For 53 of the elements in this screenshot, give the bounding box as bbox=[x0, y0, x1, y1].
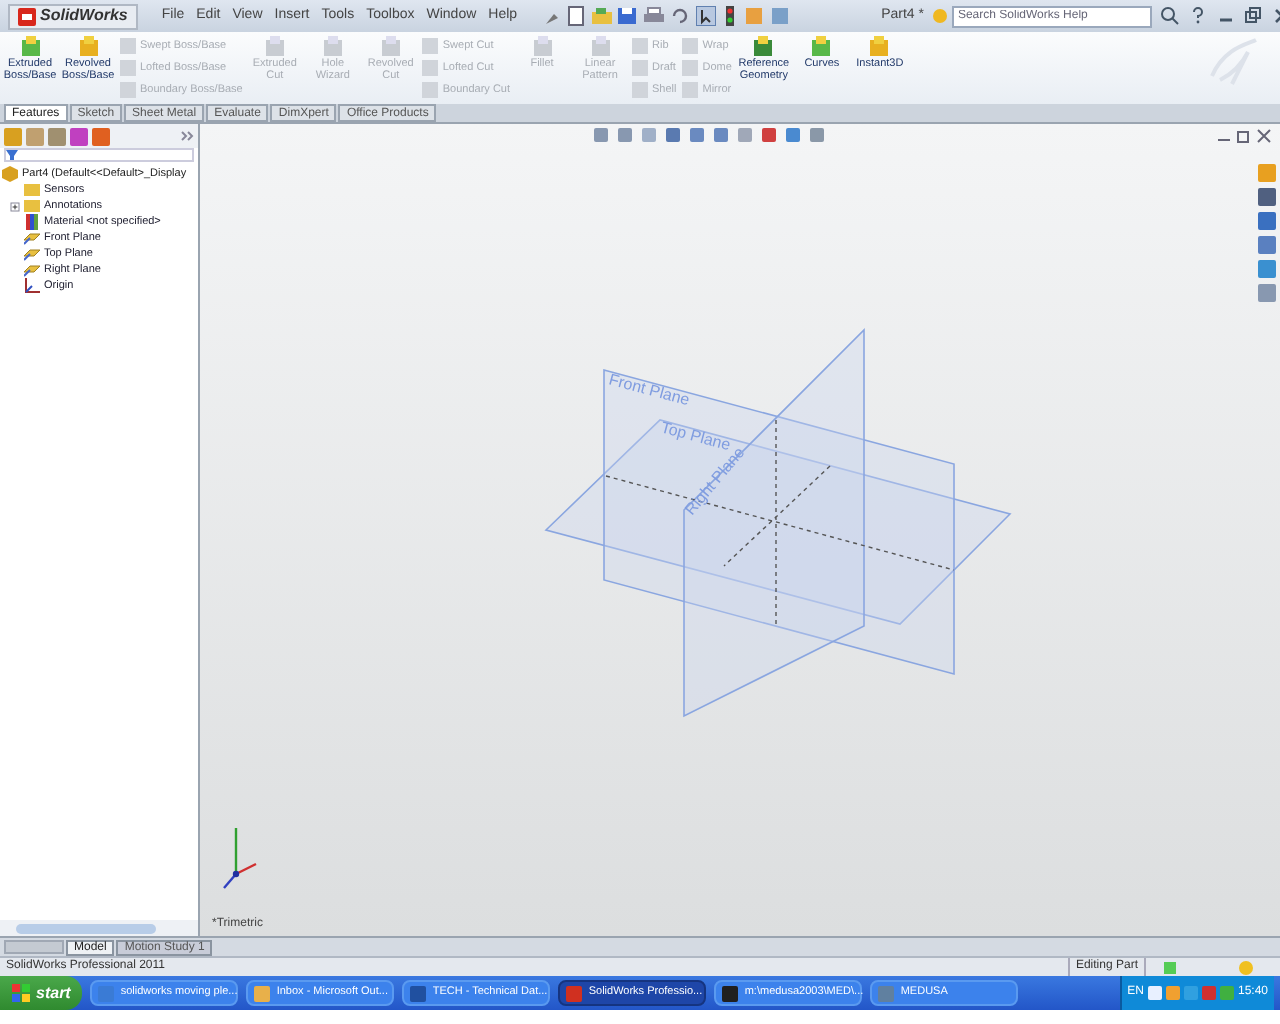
save-icon[interactable] bbox=[617, 6, 638, 26]
display-manager-icon[interactable] bbox=[92, 127, 110, 145]
plane-label: Top Plane bbox=[658, 418, 733, 455]
close-icon[interactable] bbox=[1256, 128, 1272, 144]
zoom-fit-icon[interactable] bbox=[592, 126, 610, 144]
property-manager-icon[interactable] bbox=[26, 127, 44, 145]
zoom-area-icon[interactable] bbox=[616, 126, 634, 144]
plane-label: Front Plane bbox=[606, 370, 692, 410]
material-icon bbox=[24, 214, 40, 230]
traffic-light-icon[interactable] bbox=[721, 6, 738, 26]
windows-logo-icon bbox=[12, 984, 30, 1002]
collapse-icon[interactable] bbox=[180, 130, 194, 142]
configuration-icon[interactable] bbox=[48, 127, 66, 145]
feature-icon bbox=[19, 36, 41, 58]
restore-icon[interactable] bbox=[1236, 128, 1252, 144]
new-document-icon[interactable] bbox=[565, 6, 586, 26]
feature-icon bbox=[868, 36, 891, 58]
options-icon[interactable] bbox=[769, 6, 790, 26]
search-icon[interactable] bbox=[1159, 6, 1180, 26]
feature-icon bbox=[263, 36, 286, 58]
part-icon bbox=[2, 166, 18, 182]
section-view-icon[interactable] bbox=[664, 126, 682, 144]
view-settings-icon[interactable] bbox=[808, 126, 826, 144]
feature-icon bbox=[589, 36, 612, 58]
feature-icon bbox=[531, 36, 554, 58]
display-style-icon[interactable] bbox=[712, 126, 730, 144]
logo-icon bbox=[18, 7, 36, 25]
undo-icon[interactable] bbox=[669, 6, 690, 26]
select-arrow-icon[interactable] bbox=[695, 6, 716, 26]
coordinate-triad-icon bbox=[223, 828, 257, 889]
hide-show-icon[interactable] bbox=[736, 126, 754, 144]
scene-icon[interactable] bbox=[784, 126, 802, 144]
dimxpert-icon[interactable] bbox=[70, 127, 88, 145]
feature-tree-icon[interactable] bbox=[4, 127, 22, 145]
previous-view-icon[interactable] bbox=[640, 126, 658, 144]
filter-field[interactable] bbox=[4, 148, 194, 162]
appearance-icon[interactable] bbox=[760, 126, 778, 144]
start-button[interactable]: start bbox=[0, 976, 83, 1010]
horizontal-scrollbar[interactable] bbox=[0, 920, 198, 936]
help-bulb-icon bbox=[931, 8, 948, 24]
feature-icon bbox=[810, 36, 833, 58]
feature-icon bbox=[77, 36, 99, 58]
rebuild-icon[interactable] bbox=[1162, 959, 1178, 975]
origin-icon bbox=[24, 278, 40, 294]
feature-icon bbox=[379, 36, 402, 58]
view-orientation-icon[interactable] bbox=[688, 126, 706, 144]
feature-icon bbox=[752, 36, 775, 58]
expand-toggle-icon[interactable] bbox=[10, 201, 20, 211]
help-icon[interactable] bbox=[1187, 6, 1208, 26]
restore-icon[interactable] bbox=[1243, 6, 1264, 26]
feature-icon bbox=[321, 36, 344, 58]
app-logo: SolidWorks bbox=[8, 3, 138, 29]
print-icon[interactable] bbox=[643, 6, 664, 26]
